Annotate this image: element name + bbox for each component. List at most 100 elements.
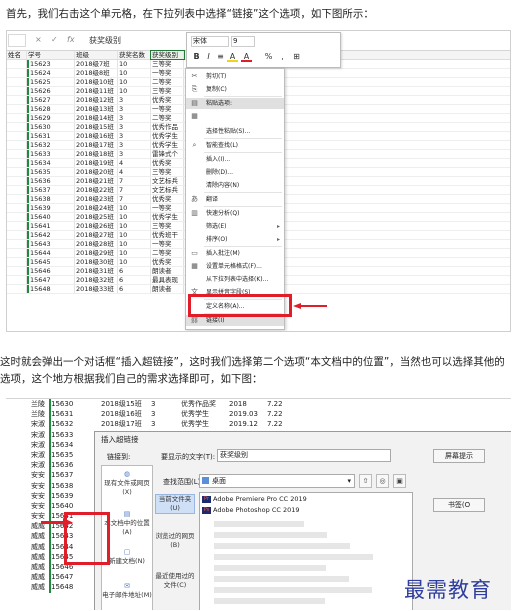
table-cell[interactable]: 优秀奖 [151, 159, 184, 167]
table-cell[interactable]: 15634 [27, 159, 75, 167]
fill-color-button[interactable]: A [227, 51, 238, 62]
table-cell[interactable]: 二等奖 [151, 78, 184, 86]
table-cell[interactable]: 10 [118, 60, 151, 68]
table-cell[interactable]: 10 [118, 69, 151, 77]
table-cell[interactable]: 2018级27班 [75, 231, 118, 239]
table-cell[interactable] [7, 132, 27, 140]
table-cell[interactable]: 2018级23班 [75, 195, 118, 203]
table-cell[interactable]: 10 [118, 87, 151, 95]
table-cell[interactable]: 文艺标兵 [151, 177, 184, 185]
table-cell[interactable] [7, 258, 27, 266]
table-cell[interactable]: 2018级31班 [75, 267, 118, 275]
bookmark-button[interactable]: 书签(O [433, 498, 485, 512]
table-cell[interactable] [7, 267, 27, 275]
table-cell[interactable]: 安安 [6, 501, 49, 511]
screentip-button[interactable]: 屏幕提示 [433, 449, 485, 463]
file-item[interactable]: Pr Adobe Premiere Pro CC 2019 [202, 495, 307, 504]
table-cell[interactable]: 宋淑 [6, 440, 49, 450]
table-cell[interactable]: 15629 [27, 114, 75, 122]
table-cell[interactable]: 优秀奖 [151, 195, 184, 203]
table-cell[interactable]: 3 [151, 409, 181, 419]
file-list[interactable]: Pr Adobe Premiere Pro CC 2019 Ps Adobe Phot… [199, 492, 413, 610]
table-cell[interactable]: 三等奖 [151, 222, 184, 230]
look-in-select[interactable]: 桌面 ▾ [199, 474, 355, 488]
table-cell[interactable]: 3 [118, 105, 151, 113]
table-cell[interactable]: 15631 [49, 409, 101, 420]
italic-button[interactable]: I [203, 51, 214, 62]
table-cell[interactable] [7, 204, 27, 212]
table-cell[interactable]: 6 [118, 285, 151, 293]
table-cell[interactable]: 2018级29班 [75, 249, 118, 257]
table-cell[interactable]: 一等奖 [151, 240, 184, 248]
table-cell[interactable]: 7 [118, 195, 151, 203]
table-cell[interactable]: 2018级16班 [75, 132, 118, 140]
table-cell[interactable] [7, 114, 27, 122]
table-cell[interactable]: 2018级19班 [75, 159, 118, 167]
table-cell[interactable]: 15632 [27, 141, 75, 149]
header-cell[interactable]: 姓名 [7, 51, 27, 59]
selected-header-cell[interactable]: 获奖级别 [150, 50, 185, 60]
table-cell[interactable]: 2018 [229, 399, 267, 409]
table-cell[interactable]: 优秀奖 [151, 258, 184, 266]
table-cell[interactable]: 宋淑 [6, 450, 49, 460]
table-cell[interactable]: 2018级26班 [75, 222, 118, 230]
table-cell[interactable]: 15623 [27, 60, 75, 68]
table-cell[interactable]: 15647 [27, 276, 75, 284]
table-cell[interactable]: 优秀奖 [151, 96, 184, 104]
table-cell[interactable] [7, 150, 27, 158]
table-cell[interactable]: 15636 [27, 177, 75, 185]
table-cell[interactable]: 威威 [6, 582, 49, 592]
table-cell[interactable]: 15628 [27, 105, 75, 113]
table-cell[interactable]: 6 [118, 276, 151, 284]
table-cell[interactable]: 10 [118, 222, 151, 230]
table-cell[interactable]: 二等奖 [151, 114, 184, 122]
table-cell[interactable]: 10 [118, 204, 151, 212]
table-cell[interactable]: 优秀学生 [181, 409, 229, 419]
table-cell[interactable]: 6 [118, 267, 151, 275]
file-item[interactable]: Ps Adobe Photoshop CC 2019 [202, 506, 300, 515]
table-cell[interactable]: 一等奖 [151, 69, 184, 77]
table-cell[interactable]: 15632 [49, 419, 101, 430]
table-cell[interactable]: 10 [118, 258, 151, 266]
percent-button[interactable]: % [263, 51, 274, 62]
table-cell[interactable]: 威威 [6, 562, 49, 572]
table-cell[interactable] [7, 69, 27, 77]
table-cell[interactable]: 15637 [27, 186, 75, 194]
up-folder-icon[interactable]: ⇧ [359, 474, 372, 488]
table-cell[interactable] [7, 276, 27, 284]
table-cell[interactable]: 15630 [49, 399, 101, 410]
link-to-option[interactable]: ◍ 现有文件或网页(X) [102, 470, 152, 497]
table-cell[interactable]: 宋淑 [6, 419, 49, 429]
context-menu-item[interactable]: 从下拉列表中选择(K)... [186, 274, 284, 285]
table-cell[interactable] [7, 168, 27, 176]
table-cell[interactable]: 2018级15班 [75, 123, 118, 131]
context-menu-item[interactable]: ▦ 设置单元格格式(F)... [186, 261, 284, 272]
border-button[interactable]: ⊞ [291, 51, 302, 62]
table-cell[interactable] [7, 123, 27, 131]
table-cell[interactable]: 宋淑 [6, 430, 49, 440]
context-menu-item[interactable]: 排序(O) ▸ [186, 234, 284, 245]
table-cell[interactable]: 优秀学生 [151, 132, 184, 140]
table-cell[interactable]: 2018级7班 [75, 60, 118, 68]
table-cell[interactable]: 2018级20班 [75, 168, 118, 176]
browse-web-icon[interactable]: ◎ [376, 474, 389, 488]
table-cell[interactable] [7, 87, 27, 95]
table-cell[interactable] [7, 231, 27, 239]
table-cell[interactable]: 威威 [6, 531, 49, 541]
table-cell[interactable]: 15645 [27, 258, 75, 266]
table-cell[interactable]: 3 [118, 96, 151, 104]
table-cell[interactable]: 7.22 [267, 419, 307, 429]
table-cell[interactable]: 2018级18班 [75, 150, 118, 158]
table-cell[interactable]: 一等奖 [151, 204, 184, 212]
table-cell[interactable]: 15640 [27, 213, 75, 221]
table-cell[interactable]: 优秀学生 [181, 419, 229, 429]
browse-file-icon[interactable]: ▣ [393, 474, 406, 488]
cancel-icon[interactable]: × [35, 35, 42, 44]
table-cell[interactable]: 15644 [27, 249, 75, 257]
table-cell[interactable]: 15642 [27, 231, 75, 239]
font-color-button[interactable]: A [241, 51, 252, 62]
name-box[interactable] [8, 34, 26, 47]
table-cell[interactable] [7, 60, 27, 68]
table-cell[interactable]: 3 [118, 123, 151, 131]
table-cell[interactable]: 兰陵 [6, 409, 49, 419]
